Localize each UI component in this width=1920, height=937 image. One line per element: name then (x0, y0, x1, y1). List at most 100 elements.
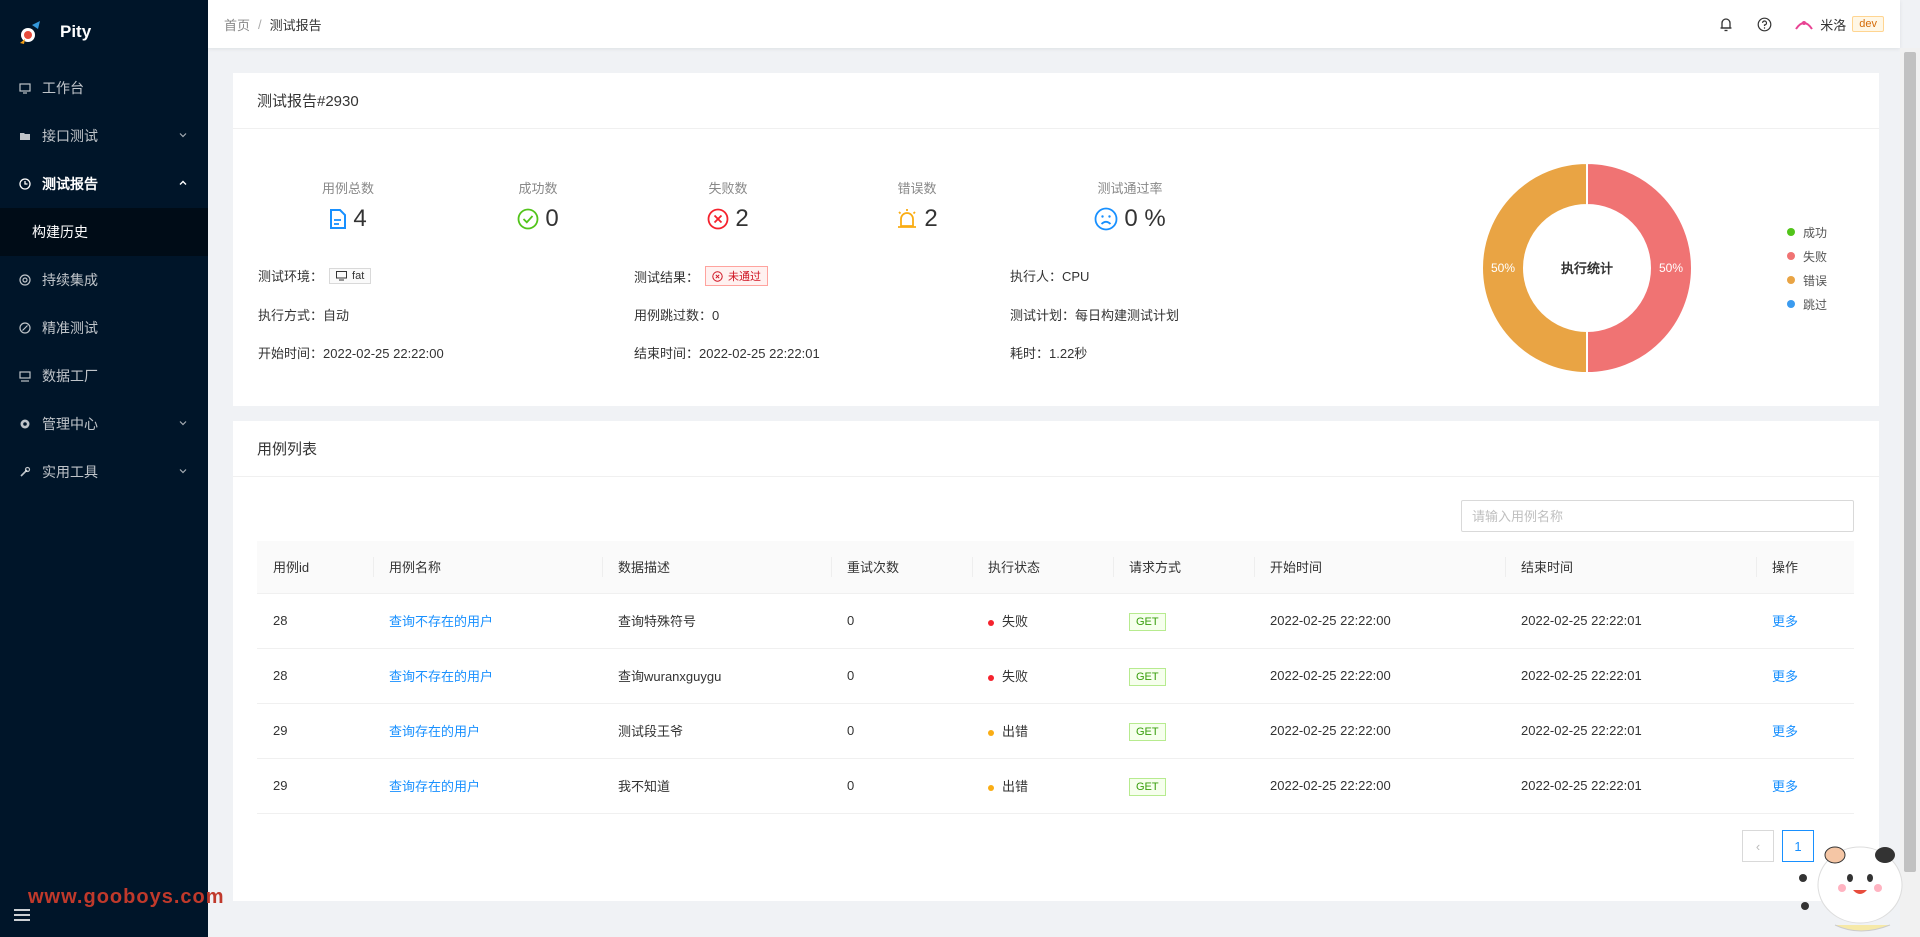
breadcrumb-current: 测试报告 (269, 17, 322, 33)
sidebar-item-label: 构建历史 (32, 224, 88, 240)
column-header-label: 用例名称 (389, 560, 442, 576)
sidebar-item-build-history[interactable]: 构建历史 (0, 208, 208, 256)
stat-label: 错误数 (897, 181, 937, 196)
frown-icon (1094, 207, 1118, 231)
sidebar-item-workbench[interactable]: 工作台 (0, 64, 208, 112)
more-link[interactable]: 更多 (1756, 593, 1854, 649)
clock-icon (18, 177, 32, 191)
case-name-link[interactable]: 查询存在的用户 (373, 703, 602, 759)
legend-item[interactable]: 错误 (1787, 268, 1827, 292)
prev-page-button[interactable]: ‹ (1742, 830, 1774, 862)
user-menu[interactable]: 米洛 dev (1794, 15, 1884, 34)
stat-label: 测试通过率 (1097, 181, 1163, 196)
env-tag: fat (329, 267, 372, 284)
column-header-label: 请求方式 (1129, 560, 1182, 576)
info-cost: 耗时：1.22秒 (1010, 346, 1088, 361)
info-env: 测试环境： fat (258, 266, 372, 285)
more-link[interactable]: 更多 (1756, 703, 1854, 759)
stat-label: 失败数 (708, 181, 748, 196)
case-method: GET (1113, 758, 1254, 814)
sidebar-item-label: 精准测试 (42, 320, 98, 336)
column-header-label: 结束时间 (1521, 560, 1574, 576)
table-row: 28 查询不存在的用户 查询特殊符号 0 失败 GET 2022-02-25 22:22:0… (257, 593, 1854, 649)
legend-label: 跳过 (1803, 297, 1828, 312)
case-status: 出错 (972, 758, 1113, 814)
case-desc: 查询wuranxguygu (602, 648, 831, 704)
case-list-title: 用例列表 (233, 421, 1879, 477)
sidebar-item-precise-test[interactable]: 精准测试 (0, 304, 208, 352)
sidebar-item-tools[interactable]: 实用工具 (0, 448, 208, 496)
info-mode: 执行方式：自动 (258, 308, 350, 323)
legend-item[interactable]: 失败 (1787, 244, 1827, 268)
chevron-down-icon (178, 130, 188, 143)
breadcrumb: 首页 / 测试报告 (224, 15, 1718, 34)
case-search-input[interactable] (1461, 500, 1854, 532)
case-start: 2022-02-25 22:22:00 (1254, 593, 1505, 649)
sidebar-item-data-factory[interactable]: 数据工厂 (0, 352, 208, 400)
stat-failed: 失败数 2 (658, 178, 798, 233)
more-link[interactable]: 更多 (1756, 648, 1854, 704)
sidebar-item-label: 工作台 (42, 80, 84, 96)
info-plan: 测试计划：每日构建测试计划 (1010, 308, 1180, 323)
link-icon (18, 321, 32, 335)
legend-item[interactable]: 跳过 (1787, 292, 1827, 316)
page-scrollbar[interactable] (1900, 48, 1920, 937)
logo[interactable]: Pity (0, 0, 208, 64)
submenu-test-report: 构建历史 (0, 208, 208, 256)
column-header-label: 重试次数 (847, 560, 900, 576)
case-name-link[interactable]: 查询不存在的用户 (373, 648, 602, 704)
info-executor: 执行人：CPU (1010, 269, 1090, 284)
case-method: GET (1113, 703, 1254, 759)
column-header-label: 开始时间 (1270, 560, 1323, 576)
info-result-label: 测试结果： (634, 269, 700, 285)
chevron-down-icon (178, 466, 188, 479)
execution-donut-chart: 50% 50% 执行统计 (1481, 161, 1693, 375)
sidebar-item-ci[interactable]: 持续集成 (0, 256, 208, 304)
slice-label: 50% (1491, 261, 1515, 275)
stat-value: 0 (545, 205, 559, 232)
method-tag: GET (1129, 668, 1166, 686)
case-end: 2022-02-25 22:22:01 (1505, 758, 1756, 814)
gear-icon (18, 417, 32, 431)
chart-legend: 成功失败 错误跳过 (1787, 220, 1827, 316)
case-table: 用例id 用例名称 数据描述 重试次数 执行状态 请求方式 开始时间 结束时间 操作 28 查询不… (257, 541, 1854, 814)
status-dot (988, 619, 994, 626)
stat-label: 用例总数 (321, 181, 374, 196)
sidebar-item-test-report[interactable]: 测试报告 (0, 160, 208, 208)
chevron-up-icon (178, 178, 188, 191)
header-actions: 米洛 dev (1718, 15, 1884, 34)
case-name-link[interactable]: 查询存在的用户 (373, 758, 602, 814)
case-desc: 查询特殊符号 (602, 593, 831, 649)
collapse-menu-icon[interactable] (14, 909, 30, 923)
case-id: 29 (257, 758, 373, 814)
alarm-icon (898, 209, 917, 228)
case-end: 2022-02-25 22:22:01 (1505, 648, 1756, 704)
info-skipped: 用例跳过数：0 (634, 308, 720, 323)
more-link[interactable]: 更多 (1756, 758, 1854, 814)
help-icon[interactable] (1756, 16, 1772, 32)
sidebar-item-admin-center[interactable]: 管理中心 (0, 400, 208, 448)
chevron-down-icon (178, 418, 188, 431)
case-retry: 0 (831, 648, 972, 704)
rocket-logo-icon (20, 21, 40, 44)
stat-value: 2 (735, 205, 749, 232)
legend-dot (1787, 228, 1795, 236)
case-name-link[interactable]: 查询不存在的用户 (373, 593, 602, 649)
legend-label: 成功 (1803, 225, 1828, 240)
close-circle-icon (707, 208, 729, 230)
case-retry: 0 (831, 703, 972, 759)
column-header: 用例id (257, 541, 373, 594)
case-desc: 测试段王爷 (602, 703, 831, 759)
sidebar-item-api-test[interactable]: 接口测试 (0, 112, 208, 160)
column-header: 操作 (1756, 541, 1854, 594)
legend-item[interactable]: 成功 (1787, 220, 1827, 244)
status-dot (988, 784, 994, 791)
column-header-label: 用例id (273, 560, 310, 576)
result-tag: 未通过 (705, 266, 769, 286)
sidebar-item-label: 管理中心 (42, 416, 98, 432)
case-id: 29 (257, 703, 373, 759)
stat-success: 成功数 0 (468, 178, 608, 233)
table-header-row: 用例id 用例名称 数据描述 重试次数 执行状态 请求方式 开始时间 结束时间 操作 (257, 541, 1854, 594)
breadcrumb-home[interactable]: 首页 (224, 15, 250, 34)
bell-icon[interactable] (1718, 16, 1734, 32)
